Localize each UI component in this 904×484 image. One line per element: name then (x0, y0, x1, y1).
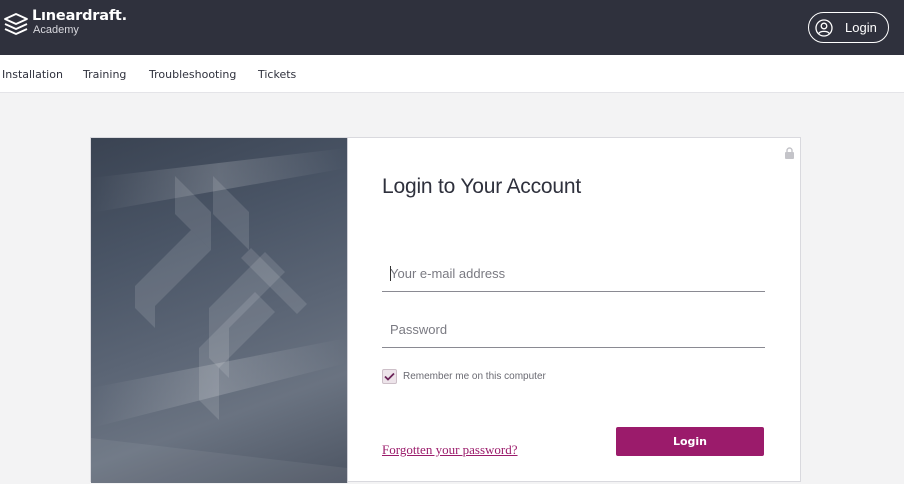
login-form: Login to Your Account Remember me on thi… (347, 138, 802, 483)
password-input[interactable] (382, 311, 765, 347)
lock-icon (785, 147, 794, 159)
logo-subtitle: Academy (33, 24, 79, 36)
user-circle-icon (815, 18, 833, 37)
nav-item-training[interactable]: Training (83, 68, 126, 81)
nav-item-troubleshooting[interactable]: Troubleshooting (149, 68, 236, 81)
login-title: Login to Your Account (382, 175, 581, 198)
nav-bar: Installation Training Troubleshooting Ti… (0, 55, 904, 93)
checkmark-icon (384, 372, 395, 381)
login-submit-button[interactable]: Login (616, 427, 764, 456)
logo-text: Lıneardraft. Academy (32, 8, 127, 37)
remember-me-option[interactable]: Remember me on this computer (382, 369, 546, 384)
email-field-wrapper (382, 255, 765, 292)
header-login-button[interactable]: Login (808, 12, 889, 43)
email-input[interactable] (382, 255, 765, 291)
logo-title: Lıneardraft. (32, 8, 127, 24)
top-bar: Lıneardraft. Academy Login (0, 0, 904, 55)
remember-me-label: Remember me on this computer (403, 371, 546, 382)
nav-item-installation[interactable]: Installation (2, 68, 63, 81)
nav-item-tickets[interactable]: Tickets (258, 68, 296, 81)
stacked-books-icon (4, 13, 28, 35)
password-field-wrapper (382, 311, 765, 348)
login-card: Login to Your Account Remember me on thi… (90, 137, 802, 483)
forgot-password-link[interactable]: Forgotten your password? (382, 442, 518, 458)
remember-me-checkbox[interactable] (382, 369, 397, 384)
header-login-label: Login (845, 20, 877, 35)
login-hero-image (91, 138, 347, 483)
logo[interactable]: Lıneardraft. Academy (3, 9, 127, 39)
